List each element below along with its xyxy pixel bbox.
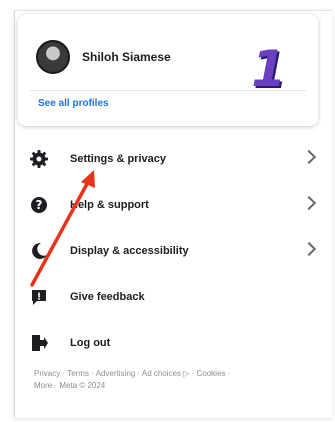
chevron-right-icon bbox=[301, 195, 317, 211]
menu-item-log-out[interactable]: Log out bbox=[28, 326, 324, 360]
menu-item-label: Log out bbox=[70, 337, 111, 349]
chevron-right-icon bbox=[301, 149, 317, 165]
logout-icon bbox=[28, 332, 50, 354]
annotation-number: 1 bbox=[251, 40, 286, 98]
chevron-right-icon bbox=[301, 241, 317, 257]
menu-item-label: Give feedback bbox=[70, 291, 145, 303]
see-all-profiles-link[interactable]: See all profiles bbox=[38, 98, 109, 109]
profile-card: Shiloh Siamese 1 See all profiles bbox=[18, 14, 318, 126]
annotation-arrow bbox=[30, 170, 95, 287]
card-divider bbox=[30, 90, 306, 91]
profile-row[interactable]: Shiloh Siamese bbox=[36, 40, 171, 74]
avatar[interactable] bbox=[36, 40, 70, 74]
profile-name[interactable]: Shiloh Siamese bbox=[82, 50, 171, 64]
footer-links: Privacy · Terms · Advertising · Ad choic… bbox=[34, 368, 314, 392]
footer-line[interactable]: Privacy · Terms · Advertising · Ad choic… bbox=[34, 368, 314, 380]
footer-line[interactable]: More · Meta © 2024 bbox=[34, 380, 314, 392]
